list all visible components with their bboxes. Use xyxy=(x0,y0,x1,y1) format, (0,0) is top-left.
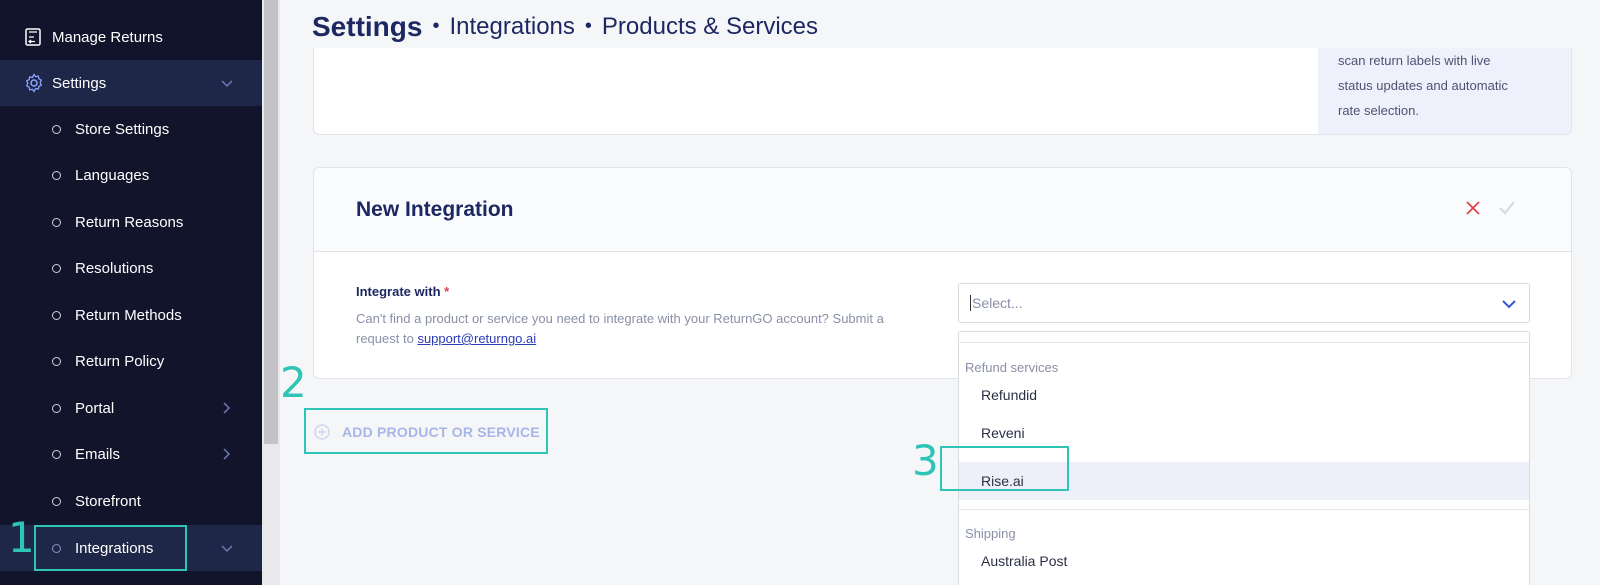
divider xyxy=(959,342,1529,343)
sidebar-item-label: Return Reasons xyxy=(75,213,184,231)
breadcrumb: Settings • Integrations • Products & Ser… xyxy=(280,0,1600,53)
bullet-icon xyxy=(52,170,61,180)
sidebar-item-manage-returns[interactable]: Manage Returns xyxy=(0,16,262,58)
document-icon xyxy=(24,28,42,46)
integration-card: scan return labels with live status upda… xyxy=(313,48,1572,135)
sidebar-item-store-settings[interactable]: Store Settings xyxy=(0,106,262,152)
sidebar-item-label: Return Policy xyxy=(75,352,165,370)
breadcrumb-separator: • xyxy=(584,15,592,37)
sidebar-item-languages[interactable]: Languages xyxy=(0,152,262,198)
sidebar-item-return-methods[interactable]: Return Methods xyxy=(0,292,262,338)
sidebar-item-label: Portal xyxy=(75,399,115,417)
annotation-number-2: 2 xyxy=(280,358,307,407)
breadcrumb-integrations[interactable]: Integrations xyxy=(449,13,574,41)
chevron-right-icon xyxy=(223,448,231,460)
card-header: New Integration xyxy=(314,168,1571,252)
sidebar-item-label: Return Methods xyxy=(75,306,182,324)
annotation-number-3: 3 xyxy=(912,436,939,485)
sidebar-item-resolutions[interactable]: Resolutions xyxy=(0,245,262,291)
sidebar-item-portal[interactable]: Portal xyxy=(0,385,262,431)
sidebar-item-storefront[interactable]: Storefront xyxy=(0,478,262,524)
bullet-icon xyxy=(52,449,61,459)
sidebar-item-emails[interactable]: Emails xyxy=(0,431,262,477)
sidebar-item-label: Manage Returns xyxy=(52,28,163,46)
bullet-icon xyxy=(52,310,61,320)
description-line: status updates and automatic xyxy=(1338,78,1508,93)
sidebar-item-return-reasons[interactable]: Return Reasons xyxy=(0,199,262,245)
check-icon[interactable] xyxy=(1498,200,1516,216)
integration-select[interactable]: Select... xyxy=(958,283,1530,323)
group-label-shipping: Shipping xyxy=(965,526,1016,541)
chevron-right-icon xyxy=(223,402,231,414)
annotation-number-1: 1 xyxy=(8,513,35,562)
gear-icon xyxy=(24,73,44,93)
divider xyxy=(959,509,1529,510)
sidebar-item-label: Storefront xyxy=(75,492,141,510)
sidebar-item-label: Languages xyxy=(75,166,150,184)
bullet-icon xyxy=(52,263,61,273)
chevron-down-icon[interactable] xyxy=(1501,297,1517,311)
close-icon[interactable] xyxy=(1465,200,1481,216)
description-line: scan return labels with live xyxy=(1338,53,1491,68)
bullet-icon xyxy=(52,496,61,506)
page-title: Settings xyxy=(312,10,423,42)
card-title: New Integration xyxy=(356,197,514,221)
bullet-icon xyxy=(52,217,61,227)
select-placeholder: Select... xyxy=(972,295,1023,311)
sidebar-item-settings[interactable]: Settings xyxy=(0,60,262,106)
bullet-icon xyxy=(52,403,61,413)
group-label-refund: Refund services xyxy=(965,360,1059,375)
scrollbar-thumb[interactable] xyxy=(264,0,278,444)
option-refundid[interactable]: Refundid xyxy=(959,376,1529,414)
integration-description: scan return labels with live status upda… xyxy=(1318,48,1571,134)
sidebar-item-label: Emails xyxy=(75,445,121,463)
sidebar-item-label: Store Settings xyxy=(75,120,170,138)
sidebar-item-label: Resolutions xyxy=(75,259,154,277)
chevron-down-icon xyxy=(221,545,233,553)
sidebar-item-return-policy[interactable]: Return Policy xyxy=(0,338,262,384)
description-line: rate selection. xyxy=(1338,103,1419,118)
field-label-text: Integrate with xyxy=(356,284,441,299)
sidebar: Manage Returns Settings Store Settings L… xyxy=(0,0,262,585)
sidebar-item-label: Settings xyxy=(52,74,107,92)
text-caret xyxy=(970,295,971,311)
chevron-down-icon xyxy=(221,80,233,88)
field-label: Integrate with * xyxy=(356,284,449,299)
bullet-icon xyxy=(52,356,61,366)
required-mark: * xyxy=(444,284,450,299)
field-help: Can't find a product or service you need… xyxy=(356,309,926,349)
option-australia-post[interactable]: Australia Post xyxy=(959,542,1529,580)
support-email-link[interactable]: support@returngo.ai xyxy=(417,331,536,346)
annotation-box-3 xyxy=(940,446,1069,491)
breadcrumb-separator: • xyxy=(432,15,440,37)
breadcrumb-products-services: Products & Services xyxy=(601,12,819,40)
bullet-icon xyxy=(52,124,61,134)
annotation-box-1 xyxy=(34,525,187,571)
annotation-box-2 xyxy=(304,408,548,454)
